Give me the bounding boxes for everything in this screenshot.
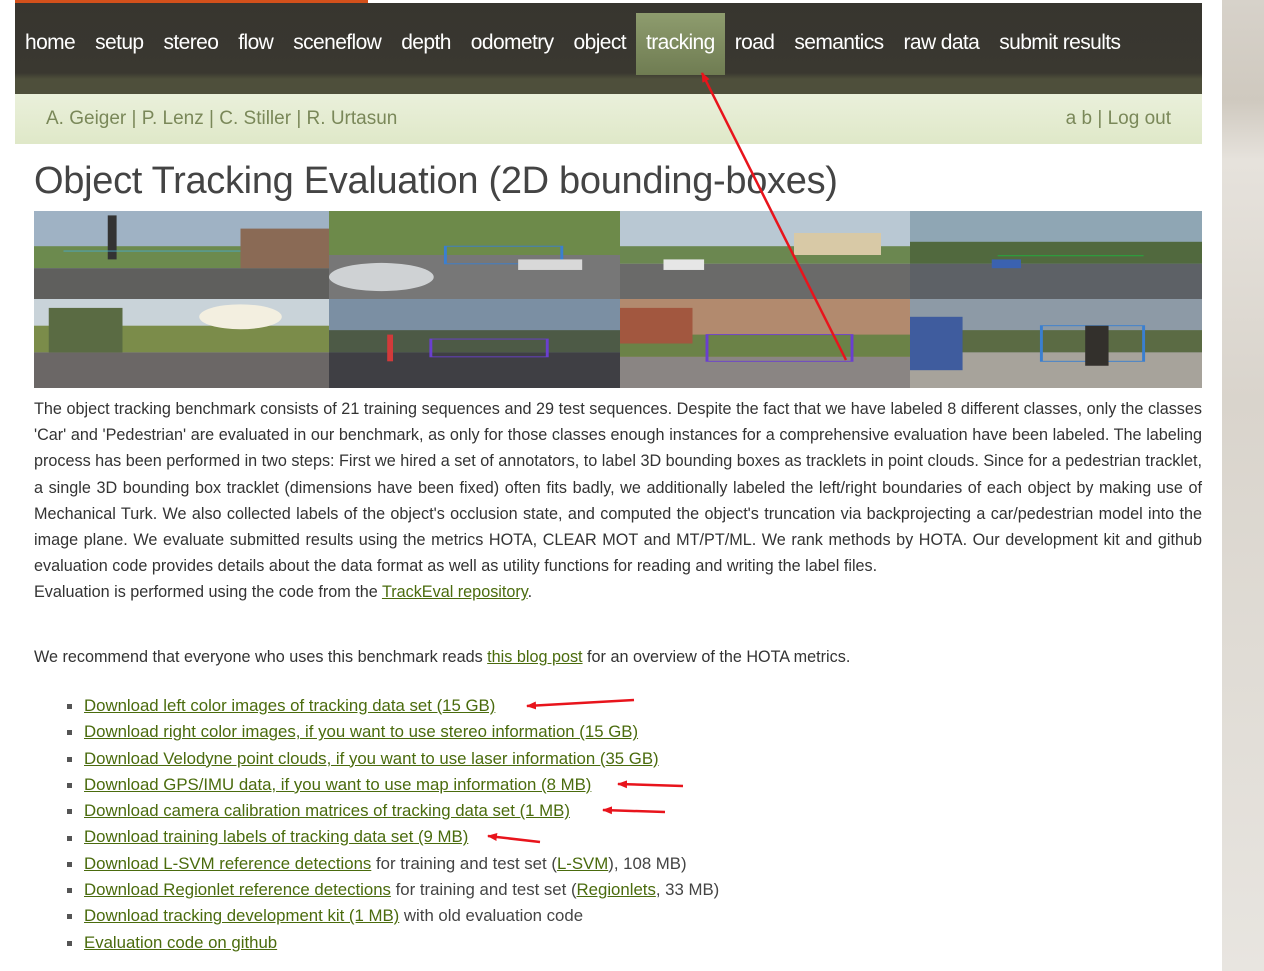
download-note: with old evaluation code [399,906,584,926]
banner-tile-1 [34,211,329,299]
page-title: Object Tracking Evaluation (2D bounding-… [34,160,838,202]
download-list-item: Download left color images of tracking d… [67,693,719,719]
nav-menu: home setup stereo flow sceneflow depth odometr… [15,13,1130,75]
download-list-item: Download L-SVM reference detections for … [67,851,719,877]
user-links-separator: | [1092,108,1108,129]
download-size-note: ), 108 MB) [608,853,687,873]
banner-tile-3 [620,211,910,299]
user-link[interactable]: a b [1066,108,1092,129]
benchmark-description: The object tracking benchmark consists o… [34,396,1202,606]
author-link[interactable]: A. Geiger [46,108,126,129]
nav-item-depth[interactable]: depth [391,13,461,75]
banner-tile-5 [34,299,329,388]
download-size-note: , 33 MB) [655,880,720,900]
reference-link[interactable]: Regionlets [577,880,656,899]
banner-tile-6 [329,299,620,388]
banner-tile-2 [329,211,620,299]
page-background-strip [1222,0,1264,971]
download-link[interactable]: Download right color images, if you want… [84,722,638,741]
nav-item-object[interactable]: object [564,13,636,75]
author-link[interactable]: P. Lenz [142,108,204,129]
recommend-prefix: We recommend that everyone who uses this… [34,648,488,666]
nav-item-flow[interactable]: flow [228,13,283,75]
download-list-item: Download training labels of tracking dat… [67,824,719,850]
nav-item-submit-results[interactable]: submit results [989,13,1130,75]
download-link[interactable]: Download left color images of tracking d… [84,696,495,715]
nav-item-stereo[interactable]: stereo [154,13,229,75]
banner-tile-7 [620,299,910,388]
user-links: a b | Log out [1066,108,1171,130]
download-link[interactable]: Download camera calibration matrices of … [84,801,570,820]
logout-link[interactable]: Log out [1108,108,1171,129]
nav-item-road[interactable]: road [725,13,785,75]
nav-item-raw-data[interactable]: raw data [894,13,990,75]
download-list-item: Download camera calibration matrices of … [67,798,719,824]
main-navigation: home setup stereo flow sceneflow depth odometr… [15,3,1202,94]
download-note: for training and test set ( [390,880,577,900]
subheader-bar: A. Geiger | P. Lenz | C. Stiller | R. Ur… [15,94,1202,144]
download-link[interactable]: Download Regionlet reference detections [84,880,391,899]
trackeval-link[interactable]: TrackEval repository [382,583,528,601]
download-list-item: Download Velodyne point clouds, if you w… [67,746,719,772]
author-link[interactable]: R. Urtasun [307,108,398,129]
author-separator: | [203,108,220,129]
download-link[interactable]: Download GPS/IMU data, if you want to us… [84,775,591,794]
recommendation-text: We recommend that everyone who uses this… [34,648,850,667]
banner-image-mosaic [34,211,1202,388]
nav-item-sceneflow[interactable]: sceneflow [283,13,391,75]
evaluation-note: Evaluation is performed using the code f… [34,579,1202,605]
recommend-suffix: for an overview of the HOTA metrics. [582,648,851,666]
download-list-item: Evaluation code on github [67,930,719,956]
author-separator: | [291,108,307,129]
download-link[interactable]: Download L-SVM reference detections [84,854,371,873]
banner-tile-4 [910,211,1202,299]
download-list-item: Download tracking development kit (1 MB)… [67,903,719,929]
blog-post-link[interactable]: this blog post [487,648,582,666]
nav-item-home[interactable]: home [15,13,85,75]
download-list-item: Download right color images, if you want… [67,719,719,745]
nav-item-semantics[interactable]: semantics [784,13,893,75]
author-separator: | [126,108,142,129]
download-link[interactable]: Download Velodyne point clouds, if you w… [84,749,659,768]
evaluation-note-prefix: Evaluation is performed using the code f… [34,583,382,602]
download-list: Download left color images of tracking d… [67,693,719,956]
reference-link[interactable]: L-SVM [557,854,608,873]
description-paragraph: The object tracking benchmark consists o… [34,400,1202,576]
download-list-item: Download Regionlet reference detections … [67,877,719,903]
download-link[interactable]: Download training labels of tracking dat… [84,827,468,846]
download-list-item: Download GPS/IMU data, if you want to us… [67,772,719,798]
download-note: for training and test set ( [371,853,557,873]
evaluation-note-suffix: . [527,583,533,602]
nav-item-odometry[interactable]: odometry [461,13,564,75]
author-link[interactable]: C. Stiller [219,108,291,129]
nav-item-setup[interactable]: setup [85,13,153,75]
banner-tile-8 [910,299,1202,388]
authors-list: A. Geiger | P. Lenz | C. Stiller | R. Ur… [46,108,397,130]
download-link[interactable]: Evaluation code on github [84,933,277,952]
download-link[interactable]: Download tracking development kit (1 MB) [84,906,399,925]
nav-item-tracking[interactable]: tracking [635,13,725,75]
